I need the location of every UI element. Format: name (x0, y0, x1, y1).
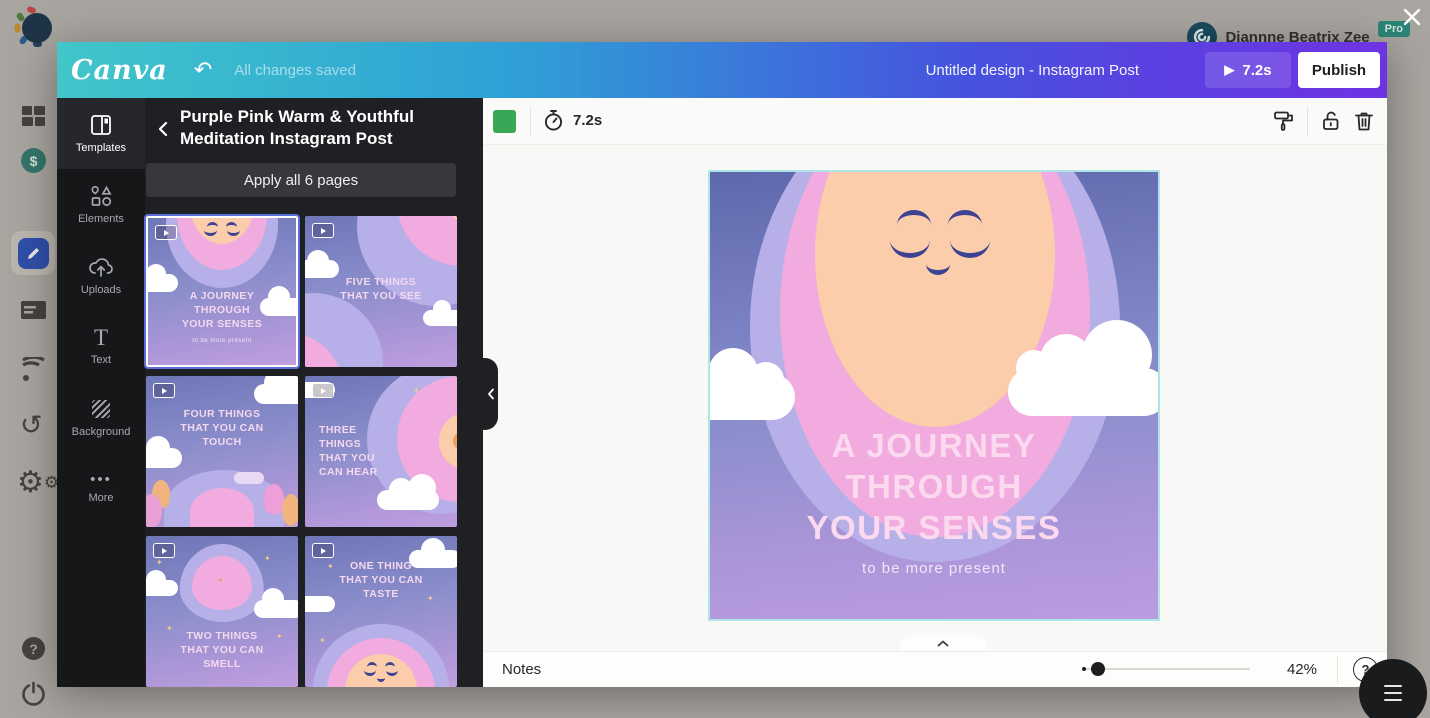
rail-item-text[interactable]: T Text (57, 311, 145, 382)
undo-icon[interactable]: ↶ (194, 59, 212, 81)
more-icon: ••• (90, 473, 112, 487)
rail-item-templates[interactable]: Templates (57, 98, 145, 169)
play-preview-button[interactable]: ▶ 7.2s (1205, 52, 1291, 88)
collapse-panel-handle[interactable] (483, 358, 498, 430)
card-icon (20, 298, 47, 327)
lock-icon[interactable] (1319, 109, 1343, 133)
help-filled-icon: ? (22, 637, 45, 660)
video-badge-icon (153, 383, 175, 398)
play-icon: ▶ (1224, 62, 1234, 78)
video-badge-icon (312, 543, 334, 558)
template-thumbnail-journey[interactable]: A JOURNEY THROUGH YOUR SENSES to be more… (146, 216, 298, 367)
pencil-tool-selected (11, 231, 55, 275)
template-set-title: Purple Pink Warm & Youthful Meditation I… (180, 106, 470, 150)
gears-icon: ⚙⚙ (17, 468, 59, 498)
video-badge-icon (155, 225, 177, 240)
rail-item-background[interactable]: Background (57, 382, 145, 453)
canvas-workspace: 7.2s (483, 98, 1387, 687)
elements-icon (89, 184, 113, 208)
zoom-slider[interactable] (1085, 668, 1250, 670)
publish-button[interactable]: Publish (1298, 52, 1380, 88)
template-thumbnail-hear[interactable]: ✦ THREE THINGS THAT YOU CAN HEAR (305, 376, 457, 527)
pencil-icon (26, 246, 41, 261)
power-icon (21, 681, 46, 711)
stopwatch-icon (543, 109, 564, 132)
design-page[interactable]: A JOURNEY THROUGH YOUR SENSES to be more… (708, 170, 1160, 621)
template-thumbnail-touch[interactable]: FOUR THINGS THAT YOU CAN TOUCH (146, 376, 298, 527)
rail-item-more[interactable]: ••• More (57, 453, 145, 524)
page-duration-value: 7.2s (573, 112, 602, 129)
zoom-percent: 42% (1273, 661, 1317, 678)
page-toolbar: 7.2s (483, 98, 1387, 145)
menu-fab[interactable] (1359, 659, 1427, 718)
bottom-bar: Notes 42% ? (483, 651, 1387, 687)
tool-rail: Templates Elements Uploads T Text Backgr… (57, 98, 145, 687)
video-badge-icon (312, 383, 334, 398)
dashboard-grid-icon (21, 104, 46, 134)
expand-pages-tab[interactable] (900, 635, 986, 652)
coin-icon: $ (21, 148, 46, 173)
back-chevron-icon[interactable] (155, 120, 173, 143)
trash-icon[interactable] (1352, 109, 1376, 133)
app-logo-icon (13, 7, 57, 51)
rail-item-uploads[interactable]: Uploads (57, 240, 145, 311)
video-badge-icon (153, 543, 175, 558)
canva-logo[interactable]: Canva (71, 55, 168, 86)
history-icon: ↺ (20, 412, 43, 439)
play-duration: 7.2s (1242, 62, 1271, 79)
page-title-text[interactable]: A JOURNEY THROUGH YOUR SENSES (710, 425, 1158, 548)
template-thumbnail-smell[interactable]: ✦ ✦ ✦ ✦ ✦ TWO THINGS THAT YOU CAN SMELL (146, 536, 298, 687)
rail-item-elements[interactable]: Elements (57, 169, 145, 240)
document-title[interactable]: Untitled design - Instagram Post (926, 42, 1139, 98)
rss-icon (20, 357, 47, 389)
page-subtitle-text[interactable]: to be more present (710, 560, 1158, 577)
template-grid: A JOURNEY THROUGH YOUR SENSES to be more… (146, 216, 457, 687)
page-duration-control[interactable]: 7.2s (543, 109, 602, 132)
save-status: All changes saved (234, 62, 356, 79)
apply-all-pages-button[interactable]: Apply all 6 pages (146, 163, 456, 197)
hamburger-icon (1384, 683, 1402, 704)
template-thumbnail-taste[interactable]: ✦ ✦ ✦ ONE THING THAT YOU CAN TASTE (305, 536, 457, 687)
notes-button[interactable]: Notes (502, 661, 541, 678)
chevron-up-icon (937, 640, 949, 647)
close-icon[interactable] (1402, 7, 1422, 27)
canva-editor-modal: Canva ↶ All changes saved Untitled desig… (57, 42, 1387, 687)
background-icon (89, 397, 113, 421)
screen: $ ↺ ⚙⚙ ? Diannne Beatrix Zee Pro Canv (0, 0, 1430, 718)
templates-panel: Purple Pink Warm & Youthful Meditation I… (145, 98, 483, 687)
editor-topbar: Canva ↶ All changes saved Untitled desig… (57, 42, 1387, 98)
zoom-slider-knob[interactable] (1091, 662, 1105, 676)
templates-icon (89, 113, 113, 137)
roller-style-icon[interactable] (1272, 109, 1296, 133)
chevron-left-icon (487, 388, 495, 400)
video-badge-icon (312, 223, 334, 238)
color-swatch[interactable] (493, 110, 516, 133)
text-icon: T (94, 327, 108, 349)
uploads-icon (88, 255, 114, 279)
zoom-slider-start-dot (1082, 667, 1086, 671)
template-thumbnail-see[interactable]: FIVE THINGS THAT YOU SEE (305, 216, 457, 367)
